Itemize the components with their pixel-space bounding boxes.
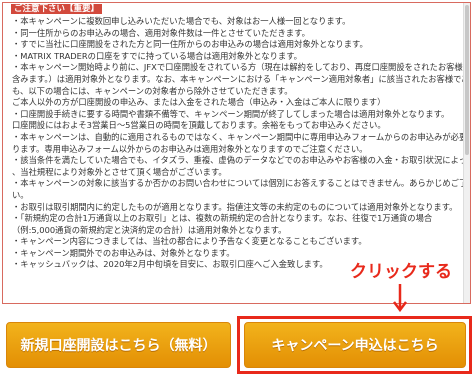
apply-campaign-button-label: キャンペーン申込はこちら [271,338,439,354]
notice-line: ・キャンペーン内容につきましては、当社の都合により予告なく変更となることもござい… [12,236,367,247]
down-arrow-icon [393,284,407,312]
apply-campaign-button[interactable]: キャンペーン申込はこちら [244,322,466,368]
notice-line: ・お取引は取引期間内に約定したものが適用となります。指値注文等の未約定のものにつ… [12,201,458,212]
notice-line: 口座開設にはおよそ3営業日～5営業日の時間を頂戴しております。余裕をもってお申込… [12,120,386,131]
notice-line: ・本キャンペーンの対象に該当するか否かのお問い合わせについては個別にお答えするこ… [12,178,464,189]
notice-line: ・すでに当社に口座開設をされた方と同一住所からのお申込みの場合は適用対象外となり… [12,39,368,50]
open-account-button-label: 新規口座開設はこちら（無料） [20,338,217,354]
notice-line: ・同一住所からのお申込みの場合、適用対象件数は一件とさせていただきます。 [12,27,310,38]
notice-line: ります。専用申込みフォーム以外からのお申込みは適用対象外となりますのでご注意くだ… [12,143,368,154]
notice-line: も、以下の場合には、キャンペーンの対象者から除外させていただきます。 [12,85,293,96]
open-account-button[interactable]: 新規口座開設はこちら（無料） [6,322,231,368]
notice-line: ・本キャンペーンに複数回申し込みいただいた場合でも、対象はお一人様一回となります… [12,16,351,26]
notice-line: ・「新規約定の合計1万通貨以上のお取引」とは、複数の新規約定の合計となります。な… [12,213,433,224]
notice-line: 、当社規程により対象外とさせて頂く場合がございます。 [12,166,227,177]
notice-line: ・MATRIX TRADERの口座をすでに持っている場合は適用対象外となります。 [12,50,302,61]
notice-box: ご注意下さい【重要】 ・本キャンペーンに複数回申し込みいただいた場合でも、対象は… [2,2,471,304]
notice-line: ・キャンペーン期間外でのお申込みは、対象外となります。 [12,247,235,258]
click-annotation-label: クリックする [350,262,452,282]
notice-line: ・該当条件を満たしていた場合でも、イタズラ、重複、虚偽のデータなどでのお申込みや… [12,155,464,166]
notice-line: （例:5,000通貨の新規約定と決済約定の合計）は適用対象外となります。 [12,224,287,235]
notice-line: 含みます。）は適用対象外となります。なお、本キャンペーンにおける「キャンペーン適… [12,73,464,84]
notice-line: ご本人以外の方が口座開設の申込み、または入金をされた場合（申込み・入金はご本人に… [12,97,386,108]
notice-line: い。 [12,189,29,200]
notice-line: ・口座開設手続きに要する時間や書類不備等で、キャンペーン期間が終了してしまった場… [12,108,450,119]
notice-list: ・本キャンペーンに複数回申し込みいただいた場合でも、対象はお一人様一回となります… [12,16,464,302]
notice-scrollbar-thumb[interactable] [465,5,469,155]
notice-line: ・本キャンペーンは、自動的に適用されるものではなく、キャンペーン期間中に専用申込… [12,131,464,142]
notice-title: ご注意下さい【重要】 [11,4,103,14]
notice-line: ・本キャンペーン開始時より前に、JFXで口座開設をされている方（現在は解約をして… [12,62,464,73]
notice-scrollbar[interactable] [463,3,470,303]
